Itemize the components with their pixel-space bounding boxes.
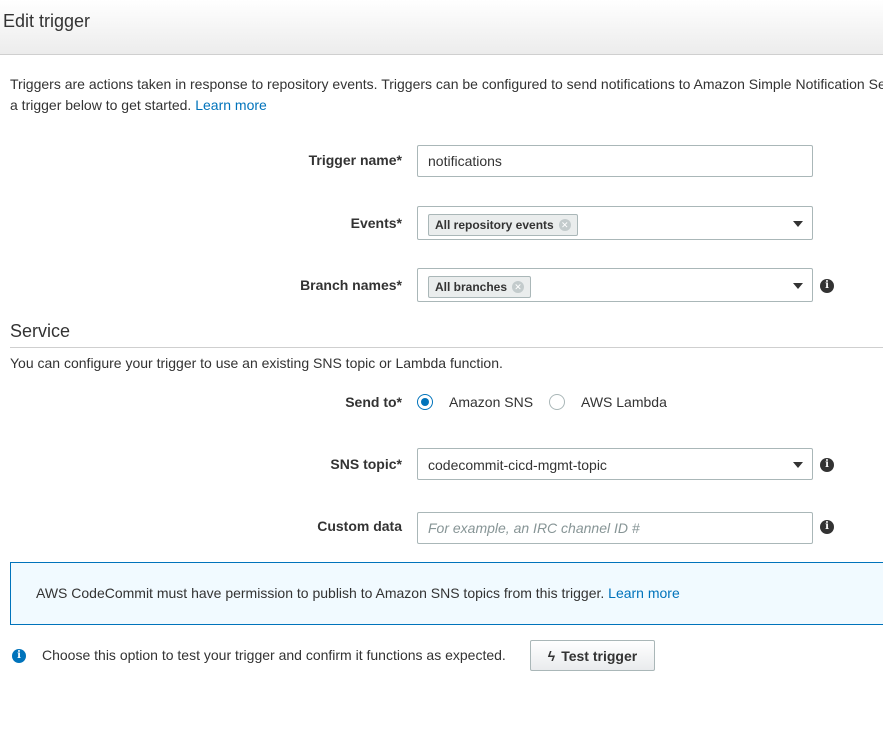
intro-learn-more-link[interactable]: Learn more bbox=[195, 97, 267, 113]
section-divider bbox=[10, 347, 883, 348]
chevron-down-icon[interactable] bbox=[793, 283, 803, 289]
intro-line-1: Triggers are actions taken in response t… bbox=[10, 76, 883, 92]
service-description: You can configure your trigger to use an… bbox=[10, 355, 503, 371]
permission-notice: AWS CodeCommit must have permission to p… bbox=[10, 562, 883, 625]
remove-tag-icon[interactable]: ✕ bbox=[512, 281, 525, 293]
chevron-down-icon[interactable] bbox=[793, 221, 803, 227]
page-header: Edit trigger bbox=[0, 0, 883, 55]
events-tag-label: All repository events bbox=[435, 218, 554, 232]
page-title: Edit trigger bbox=[3, 11, 91, 31]
chevron-down-icon[interactable] bbox=[793, 462, 803, 468]
branch-names-tag-label: All branches bbox=[435, 280, 508, 294]
sns-topic-label: SNS topic* bbox=[330, 456, 402, 472]
branch-names-tag: All branches ✕ bbox=[428, 276, 532, 298]
radio-amazon-sns-label[interactable]: Amazon SNS bbox=[449, 394, 533, 410]
notice-message: AWS CodeCommit must have permission to p… bbox=[36, 585, 605, 601]
custom-data-label: Custom data bbox=[317, 518, 402, 534]
remove-tag-icon[interactable]: ✕ bbox=[558, 219, 571, 231]
custom-data-input[interactable] bbox=[417, 512, 813, 544]
intro-text: Triggers are actions taken in response t… bbox=[10, 74, 883, 116]
intro-line-2: a trigger below to get started. Learn mo… bbox=[10, 95, 883, 116]
sns-topic-value: codecommit-cicd-mgmt-topic bbox=[428, 457, 607, 473]
test-description: Choose this option to test your trigger … bbox=[42, 647, 506, 663]
events-tag: All repository events ✕ bbox=[428, 214, 578, 236]
service-section-title: Service bbox=[10, 321, 71, 341]
branch-names-label: Branch names* bbox=[300, 277, 402, 293]
intro-line-2-text: a trigger below to get started. bbox=[10, 97, 192, 113]
info-icon[interactable]: i bbox=[820, 279, 834, 293]
events-select[interactable]: All repository events ✕ bbox=[417, 206, 813, 240]
notice-learn-more-link[interactable]: Learn more bbox=[608, 585, 680, 601]
radio-aws-lambda[interactable] bbox=[549, 394, 565, 410]
sns-topic-select[interactable]: codecommit-cicd-mgmt-topic bbox=[417, 448, 813, 480]
branch-names-select[interactable]: All branches ✕ bbox=[417, 268, 813, 302]
info-icon[interactable]: i bbox=[820, 458, 834, 472]
radio-aws-lambda-label[interactable]: AWS Lambda bbox=[581, 394, 667, 410]
trigger-name-input[interactable] bbox=[417, 145, 813, 177]
info-icon[interactable]: i bbox=[820, 520, 834, 534]
send-to-label: Send to* bbox=[345, 394, 402, 410]
info-icon: i bbox=[12, 649, 26, 663]
trigger-name-label: Trigger name* bbox=[308, 152, 402, 168]
test-trigger-button-label: Test trigger bbox=[561, 647, 638, 664]
lightning-bolt-icon: ϟ bbox=[547, 647, 556, 664]
notice-text: AWS CodeCommit must have permission to p… bbox=[36, 585, 680, 601]
radio-amazon-sns[interactable] bbox=[417, 394, 433, 410]
test-trigger-button[interactable]: ϟ Test trigger bbox=[530, 640, 655, 671]
events-label: Events* bbox=[350, 215, 402, 231]
